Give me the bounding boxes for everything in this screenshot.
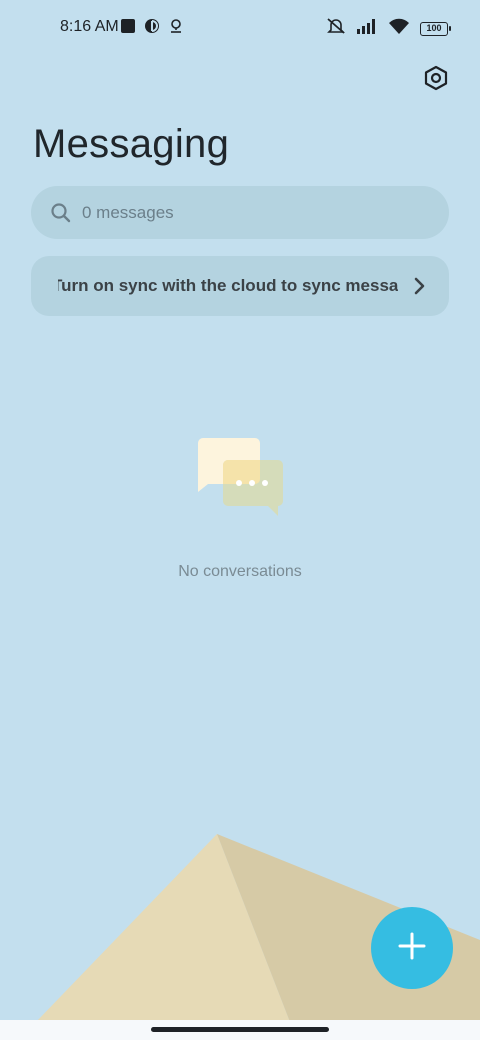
status-right-icons: 100 <box>326 17 451 40</box>
settings-button[interactable] <box>420 64 452 96</box>
search-icon <box>50 202 72 229</box>
status-bar: 8:16 AM 100 <box>0 0 480 56</box>
page-title: Messaging <box>33 122 230 166</box>
sync-banner-label: Turn on sync with the cloud to sync mess… <box>58 276 398 295</box>
chevron-right-icon <box>413 277 425 300</box>
navigation-bar <box>0 1020 480 1040</box>
mute-icon <box>326 17 346 40</box>
empty-state-text: No conversations <box>178 563 302 580</box>
status-left-icons <box>120 18 184 39</box>
wifi-icon <box>388 18 410 39</box>
notification-square-icon <box>120 18 136 39</box>
location-pin-icon <box>168 18 184 39</box>
app-notification-icon <box>144 18 160 39</box>
sync-text-wrap: Turn on sync with the cloud to sync mess… <box>58 256 398 316</box>
home-indicator[interactable] <box>151 1027 329 1032</box>
search-input[interactable] <box>82 186 402 239</box>
status-time: 8:16 AM <box>60 18 119 35</box>
chat-bubbles-illustration <box>194 436 286 518</box>
plus-icon <box>397 931 427 966</box>
battery-icon: 100 <box>420 21 451 36</box>
signal-icon <box>356 18 378 39</box>
settings-hexagon-icon <box>423 65 449 96</box>
sync-banner[interactable]: Turn on sync with the cloud to sync mess… <box>31 256 449 316</box>
new-conversation-button[interactable] <box>371 907 453 989</box>
search-bar[interactable] <box>31 186 449 239</box>
